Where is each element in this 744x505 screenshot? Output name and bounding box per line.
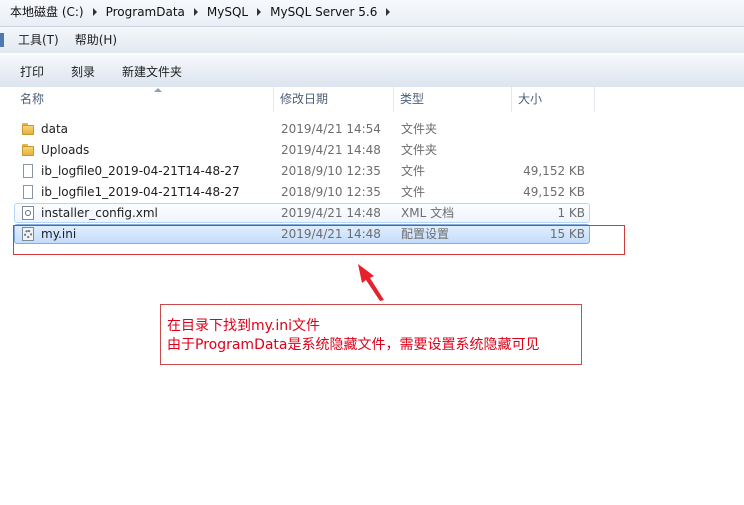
file-name: ib_logfile0_2019-04-21T14-48-27 bbox=[41, 164, 240, 178]
file-row-data[interactable]: data 2019/4/21 14:54 文件夹 bbox=[14, 119, 590, 139]
file-size: 49,152 KB bbox=[523, 164, 585, 178]
breadcrumb-local-disk[interactable]: 本地磁盘 (C:) bbox=[8, 4, 86, 20]
column-name-label: 名称 bbox=[20, 92, 45, 106]
file-date: 2019/4/21 14:48 bbox=[281, 143, 381, 157]
annotation-highlight-box bbox=[13, 225, 625, 255]
chevron-right-icon[interactable] bbox=[386, 8, 391, 16]
file-date: 2019/4/21 14:48 bbox=[281, 206, 381, 220]
print-button[interactable]: 打印 bbox=[20, 61, 44, 82]
file-row-ib-logfile0[interactable]: ib_logfile0_2019-04-21T14-48-27 2018/9/1… bbox=[14, 161, 590, 181]
chevron-right-icon[interactable] bbox=[92, 8, 97, 16]
menu-edge-marker bbox=[0, 33, 4, 47]
file-row-installer-config[interactable]: installer_config.xml 2019/4/21 14:48 XML… bbox=[14, 203, 590, 223]
new-folder-button[interactable]: 新建文件夹 bbox=[122, 61, 182, 82]
file-row-uploads[interactable]: Uploads 2019/4/21 14:48 文件夹 bbox=[14, 140, 590, 160]
file-size: 1 KB bbox=[557, 206, 585, 220]
column-size[interactable]: 大小 bbox=[512, 87, 595, 112]
menu-help[interactable]: 帮助(H) bbox=[75, 27, 117, 53]
column-size-label: 大小 bbox=[518, 92, 543, 106]
column-date[interactable]: 修改日期 bbox=[274, 87, 394, 112]
file-type: 文件夹 bbox=[401, 143, 438, 157]
annotation-line-2: 由于ProgramData是系统隐藏文件，需要设置系统隐藏可见 bbox=[167, 337, 540, 353]
column-header: 名称 修改日期 类型 大小 bbox=[0, 87, 744, 112]
breadcrumb-mysql-server[interactable]: MySQL Server 5.6 bbox=[268, 4, 379, 20]
chevron-right-icon[interactable] bbox=[193, 8, 198, 16]
column-type-label: 类型 bbox=[400, 92, 425, 106]
file-type: 文件夹 bbox=[401, 122, 438, 136]
annotation-callout: 在目录下找到my.ini文件 由于ProgramData是系统隐藏文件，需要设置… bbox=[160, 304, 582, 365]
annotation-line-1: 在目录下找到my.ini文件 bbox=[167, 318, 321, 334]
column-name[interactable]: 名称 bbox=[14, 87, 274, 112]
file-type: 文件 bbox=[401, 164, 426, 178]
file-name: installer_config.xml bbox=[41, 206, 158, 220]
burn-button[interactable]: 刻录 bbox=[71, 61, 95, 82]
file-type: 文件 bbox=[401, 185, 426, 199]
breadcrumb: 本地磁盘 (C:) ProgramData MySQL MySQL Server… bbox=[8, 4, 397, 20]
file-row-ib-logfile1[interactable]: ib_logfile1_2019-04-21T14-48-27 2018/9/1… bbox=[14, 182, 590, 202]
file-date: 2018/9/10 12:35 bbox=[281, 164, 381, 178]
sort-up-icon bbox=[154, 88, 162, 92]
chevron-right-icon[interactable] bbox=[257, 8, 262, 16]
menu-tools[interactable]: 工具(T) bbox=[18, 27, 59, 53]
column-type[interactable]: 类型 bbox=[394, 87, 512, 112]
file-name: Uploads bbox=[41, 143, 90, 157]
annotation-arrow-icon bbox=[358, 264, 384, 301]
file-name: data bbox=[41, 122, 69, 136]
file-name: ib_logfile1_2019-04-21T14-48-27 bbox=[41, 185, 240, 199]
file-type: XML 文档 bbox=[401, 206, 455, 220]
breadcrumb-programdata[interactable]: ProgramData bbox=[104, 4, 187, 20]
column-date-label: 修改日期 bbox=[280, 92, 329, 106]
address-bar[interactable]: 本地磁盘 (C:) ProgramData MySQL MySQL Server… bbox=[0, 0, 744, 27]
file-date: 2018/9/10 12:35 bbox=[281, 185, 381, 199]
breadcrumb-mysql[interactable]: MySQL bbox=[205, 4, 250, 20]
file-date: 2019/4/21 14:54 bbox=[281, 122, 381, 136]
menu-bar: 工具(T) 帮助(H) bbox=[0, 27, 744, 53]
file-size: 49,152 KB bbox=[523, 185, 585, 199]
command-toolbar: 打印 刻录 新建文件夹 bbox=[0, 54, 744, 88]
